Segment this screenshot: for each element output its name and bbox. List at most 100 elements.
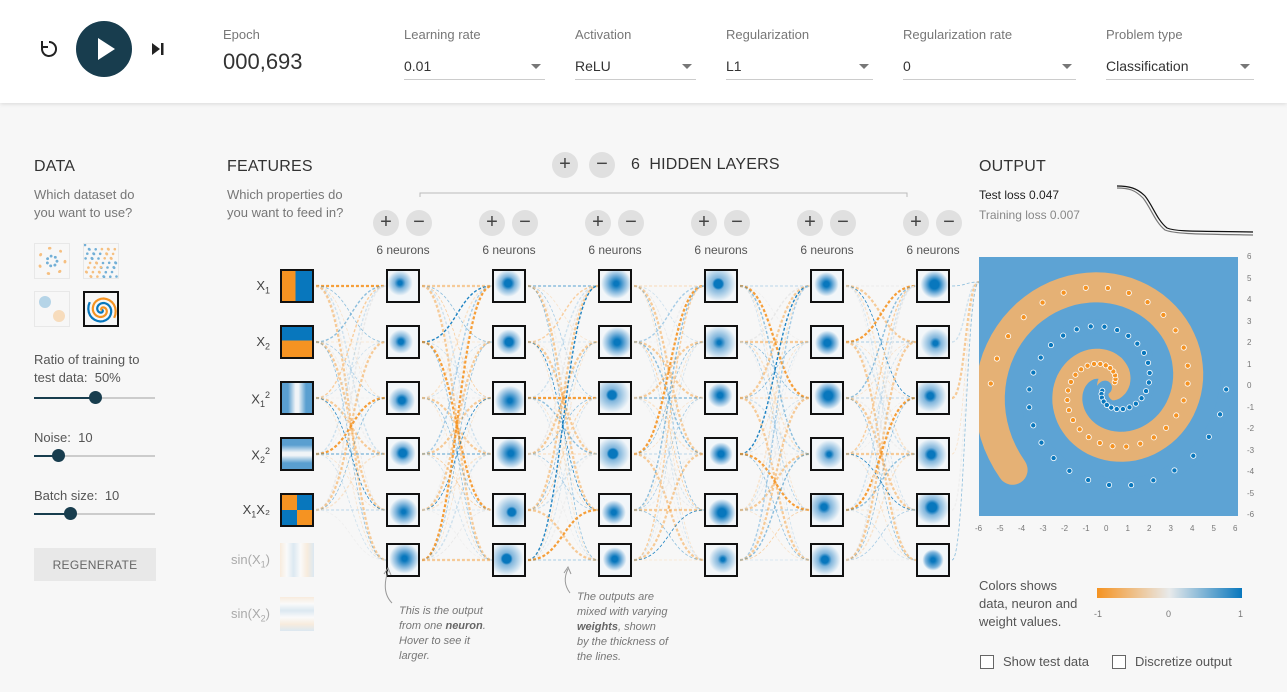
neuron-node[interactable] bbox=[492, 325, 526, 359]
data-point bbox=[1084, 362, 1091, 369]
add-neuron-button[interactable]: + bbox=[797, 210, 823, 236]
neuron-node[interactable] bbox=[492, 493, 526, 527]
remove-neuron-button[interactable]: − bbox=[512, 210, 538, 236]
neuron-node[interactable] bbox=[916, 381, 950, 415]
remove-neuron-button[interactable]: − bbox=[936, 210, 962, 236]
data-point bbox=[1030, 422, 1037, 429]
data-point bbox=[1144, 299, 1151, 306]
neuron-node[interactable] bbox=[598, 493, 632, 527]
weight-link bbox=[845, 285, 917, 561]
neuron-node[interactable] bbox=[810, 381, 844, 415]
neuron-node[interactable] bbox=[492, 437, 526, 471]
neuron-node[interactable] bbox=[916, 543, 950, 577]
neuron-node[interactable] bbox=[916, 437, 950, 471]
neuron-node[interactable] bbox=[916, 325, 950, 359]
x-tick-label: -4 bbox=[1018, 524, 1026, 533]
weight-link bbox=[315, 396, 387, 456]
output-heatmap[interactable] bbox=[974, 257, 1238, 516]
data-point bbox=[1039, 299, 1046, 306]
add-neuron-button[interactable]: + bbox=[373, 210, 399, 236]
data-point bbox=[1104, 285, 1111, 292]
note-arrow-icon bbox=[383, 566, 393, 604]
neuron-node[interactable] bbox=[810, 543, 844, 577]
weight-link bbox=[527, 453, 599, 561]
add-neuron-button[interactable]: + bbox=[691, 210, 717, 236]
data-point bbox=[1085, 477, 1092, 484]
data-point bbox=[1140, 349, 1147, 356]
color-legend-text: Colors shows data, neuron and weight val… bbox=[979, 577, 1077, 631]
neuron-node[interactable] bbox=[492, 543, 526, 577]
weight-link bbox=[739, 341, 811, 561]
data-point bbox=[1190, 452, 1197, 459]
add-neuron-button[interactable]: + bbox=[903, 210, 929, 236]
x-tick-label: 3 bbox=[1168, 524, 1173, 533]
data-point bbox=[1064, 397, 1071, 404]
show-test-data-checkbox[interactable] bbox=[980, 655, 994, 669]
data-point bbox=[1076, 426, 1083, 433]
remove-neuron-button[interactable]: − bbox=[406, 210, 432, 236]
x-tick-label: 6 bbox=[1233, 524, 1238, 533]
weight-link bbox=[421, 453, 493, 561]
neuron-node[interactable] bbox=[386, 493, 420, 527]
data-point bbox=[1050, 455, 1057, 462]
data-point bbox=[1134, 340, 1141, 347]
weight-link bbox=[315, 341, 387, 399]
data-point bbox=[1184, 380, 1191, 387]
neuron-node[interactable] bbox=[386, 269, 420, 303]
data-point bbox=[1217, 411, 1224, 418]
neuron-node[interactable] bbox=[704, 493, 738, 527]
neuron-node[interactable] bbox=[386, 325, 420, 359]
data-point bbox=[1145, 379, 1152, 386]
neuron-node[interactable] bbox=[810, 269, 844, 303]
data-point bbox=[1223, 386, 1230, 393]
data-point bbox=[1037, 354, 1044, 361]
data-point bbox=[1085, 434, 1092, 441]
neuron-node[interactable] bbox=[704, 325, 738, 359]
add-neuron-button[interactable]: + bbox=[479, 210, 505, 236]
neuron-node[interactable] bbox=[598, 437, 632, 471]
neuron-node[interactable] bbox=[598, 269, 632, 303]
neuron-node[interactable] bbox=[810, 437, 844, 471]
neuron-node[interactable] bbox=[704, 381, 738, 415]
data-point bbox=[1125, 332, 1132, 339]
neuron-node[interactable] bbox=[386, 437, 420, 471]
data-point bbox=[1060, 332, 1067, 339]
weight-link bbox=[315, 453, 387, 511]
weights-note-bold: weights bbox=[577, 621, 618, 633]
neuron-note-line3: Hover to see it bbox=[399, 635, 470, 647]
data-point bbox=[1128, 482, 1135, 489]
y-tick-label: -5 bbox=[1247, 488, 1255, 498]
neuron-node[interactable] bbox=[386, 381, 420, 415]
neuron-count-label: 6 neurons bbox=[376, 243, 430, 257]
data-point bbox=[1146, 369, 1153, 376]
neuron-node[interactable] bbox=[598, 325, 632, 359]
add-neuron-button[interactable]: + bbox=[585, 210, 611, 236]
remove-neuron-button[interactable]: − bbox=[724, 210, 750, 236]
weight-link bbox=[633, 340, 705, 400]
neuron-node[interactable] bbox=[810, 493, 844, 527]
weight-link bbox=[739, 341, 811, 399]
weights-note-line2: mixed with varying bbox=[577, 606, 668, 618]
neuron-node[interactable] bbox=[704, 543, 738, 577]
remove-neuron-button[interactable]: − bbox=[618, 210, 644, 236]
neuron-node[interactable] bbox=[598, 543, 632, 577]
neuron-node[interactable] bbox=[916, 269, 950, 303]
data-point bbox=[1102, 362, 1109, 369]
x-tick-label: -2 bbox=[1061, 524, 1069, 533]
neuron-node[interactable] bbox=[704, 437, 738, 471]
neuron-node[interactable] bbox=[810, 325, 844, 359]
neuron-node[interactable] bbox=[916, 493, 950, 527]
neuron-node[interactable] bbox=[492, 269, 526, 303]
weight-link bbox=[421, 284, 493, 562]
neuron-node[interactable] bbox=[704, 269, 738, 303]
data-point bbox=[1097, 360, 1104, 367]
y-tick-label: 0 bbox=[1247, 381, 1252, 390]
x-tick-label: -6 bbox=[975, 524, 983, 533]
remove-neuron-button[interactable]: − bbox=[830, 210, 856, 236]
neuron-node[interactable] bbox=[598, 381, 632, 415]
neuron-node[interactable] bbox=[492, 381, 526, 415]
discretize-output-checkbox[interactable] bbox=[1112, 655, 1126, 669]
data-point bbox=[1180, 344, 1187, 351]
data-point bbox=[1078, 366, 1085, 373]
neuron-count-label: 6 neurons bbox=[906, 243, 960, 257]
